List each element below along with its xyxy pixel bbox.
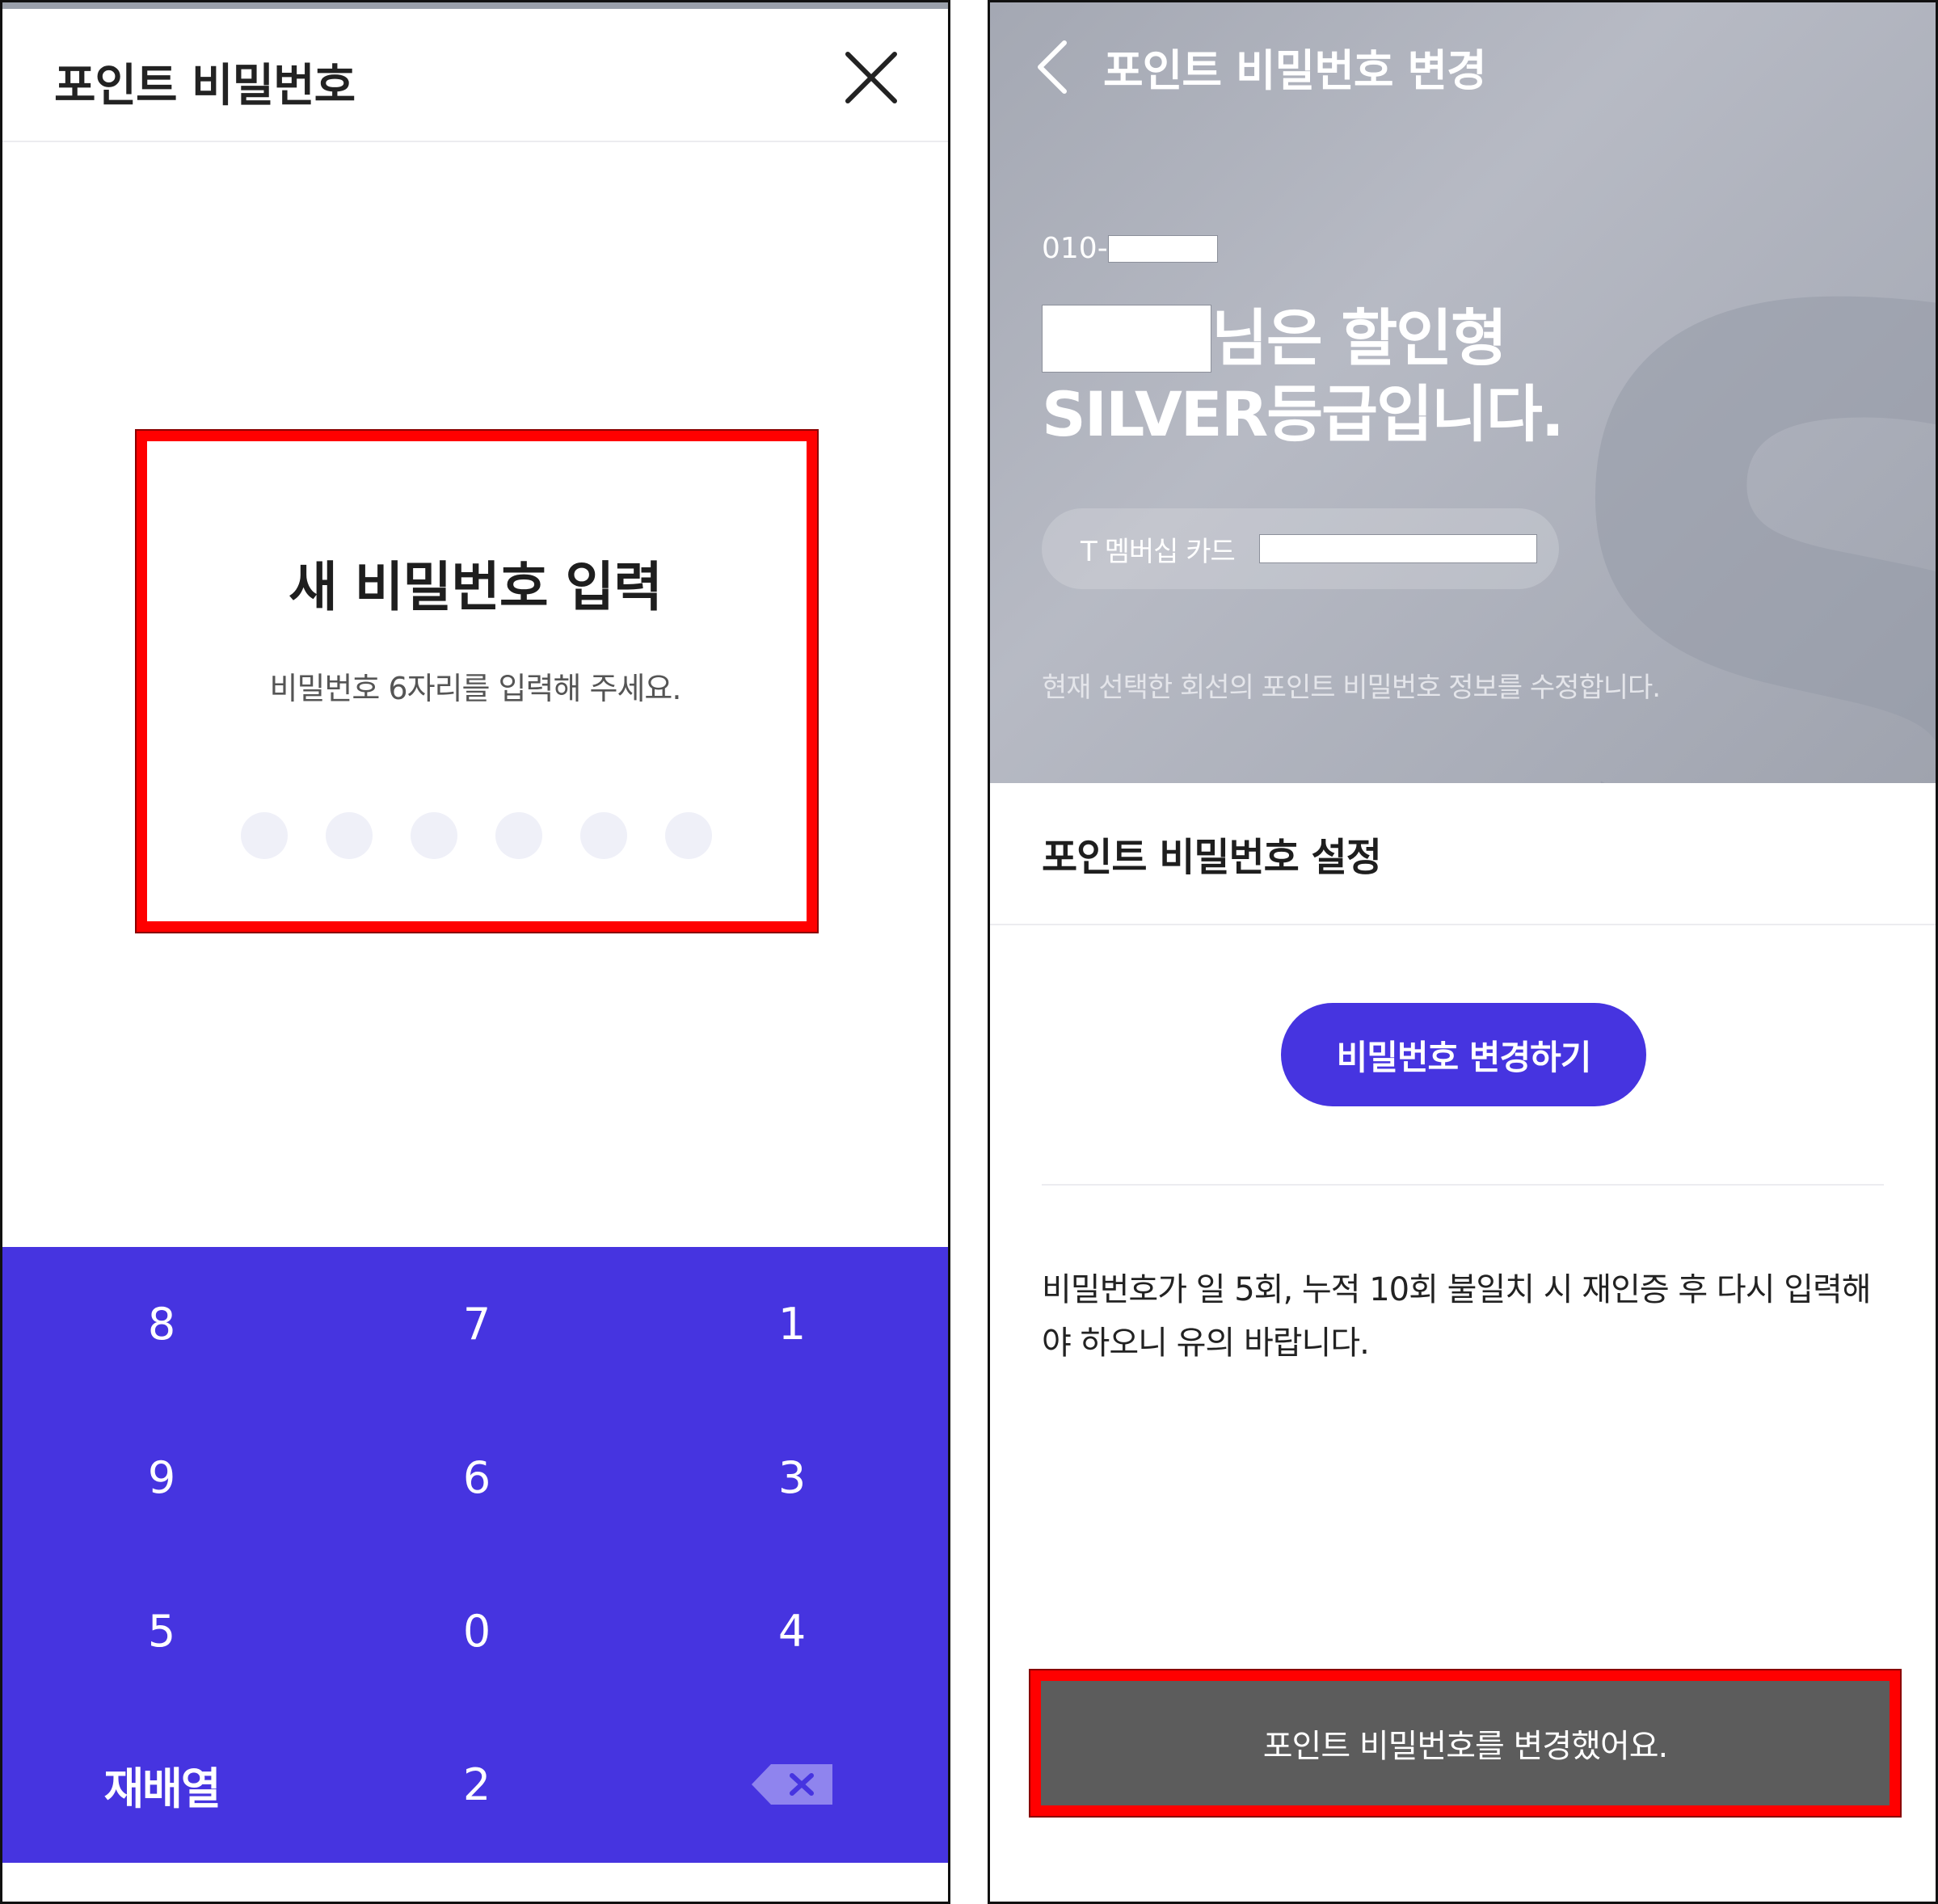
key-1[interactable]: 1 — [634, 1247, 948, 1401]
pin-dot — [411, 812, 457, 859]
membership-hero: S 포인트 비밀번호 변경 010- 님은 할인형 SILVER등급입니다. T… — [990, 2, 1936, 783]
pin-dot — [326, 812, 373, 859]
pin-dot — [580, 812, 627, 859]
key-8[interactable]: 8 — [4, 1247, 319, 1401]
divider — [1042, 1184, 1884, 1186]
key-6[interactable]: 6 — [319, 1401, 634, 1554]
pin-dot — [241, 812, 288, 859]
key-3[interactable]: 3 — [634, 1401, 948, 1554]
page-title: 포인트 비밀번호 — [54, 60, 356, 112]
backspace-icon — [752, 1764, 832, 1805]
prompt-subtitle: 비밀번호 6자리를 입력해 주세요. — [269, 671, 682, 706]
modal-header: 포인트 비밀번호 — [2, 9, 948, 142]
chevron-left-icon[interactable] — [1029, 35, 1077, 99]
pin-dot — [495, 812, 542, 859]
section-title: 포인트 비밀번호 설정 — [1042, 835, 1382, 880]
section-header: 포인트 비밀번호 설정 — [990, 783, 1936, 925]
notice-text: 비밀번호가 일 5회, 누적 10회 불일치 시 재인증 후 다시 입력해야 하… — [1042, 1271, 1872, 1362]
tier-text: SILVER등급입니다. — [1042, 378, 1565, 450]
key-4[interactable]: 4 — [634, 1554, 948, 1708]
change-password-button[interactable]: 비밀번호 변경하기 — [1281, 1003, 1646, 1106]
prompt-title: 새 비밀번호 입력 — [289, 556, 663, 618]
name-redaction — [1042, 305, 1211, 373]
key-2[interactable]: 2 — [319, 1708, 634, 1861]
close-icon[interactable] — [843, 49, 899, 106]
pin-dot — [665, 812, 712, 859]
key-0[interactable]: 0 — [319, 1554, 634, 1708]
password-change-screen: S 포인트 비밀번호 변경 010- 님은 할인형 SILVER등급입니다. T… — [988, 0, 1938, 1904]
hero-description: 현재 선택한 회선의 포인트 비밀번호 정보를 수정합니다. — [1042, 672, 1661, 704]
phone-prefix: 010- — [1042, 232, 1108, 265]
backspace-button[interactable] — [634, 1708, 948, 1861]
phone-number: 010- — [1042, 232, 1218, 265]
status-strip — [2, 2, 948, 9]
pin-indicator — [241, 812, 714, 859]
card-number-redaction — [1258, 534, 1537, 563]
membership-card-pill: T 멤버십 카드 — [1042, 508, 1559, 589]
pin-entry-screen: 포인트 비밀번호 새 비밀번호 입력 비밀번호 6자리를 입력해 주세요. 8 … — [0, 0, 950, 1904]
number-keypad: 8 7 1 9 6 3 5 0 4 재배열 2 — [2, 1247, 948, 1863]
success-toast: 포인트 비밀번호를 변경했어요. — [1041, 1681, 1890, 1805]
key-7[interactable]: 7 — [319, 1247, 634, 1401]
phone-redaction — [1107, 234, 1218, 263]
card-label: T 멤버십 카드 — [1081, 535, 1236, 568]
greeting-line: 님은 할인형 — [1042, 298, 1507, 379]
key-9[interactable]: 9 — [4, 1401, 319, 1554]
shuffle-keys-button[interactable]: 재배열 — [4, 1708, 319, 1861]
page-title: 포인트 비밀번호 변경 — [1103, 45, 1487, 96]
key-5[interactable]: 5 — [4, 1554, 319, 1708]
greeting-text: 님은 할인형 — [1211, 302, 1507, 374]
